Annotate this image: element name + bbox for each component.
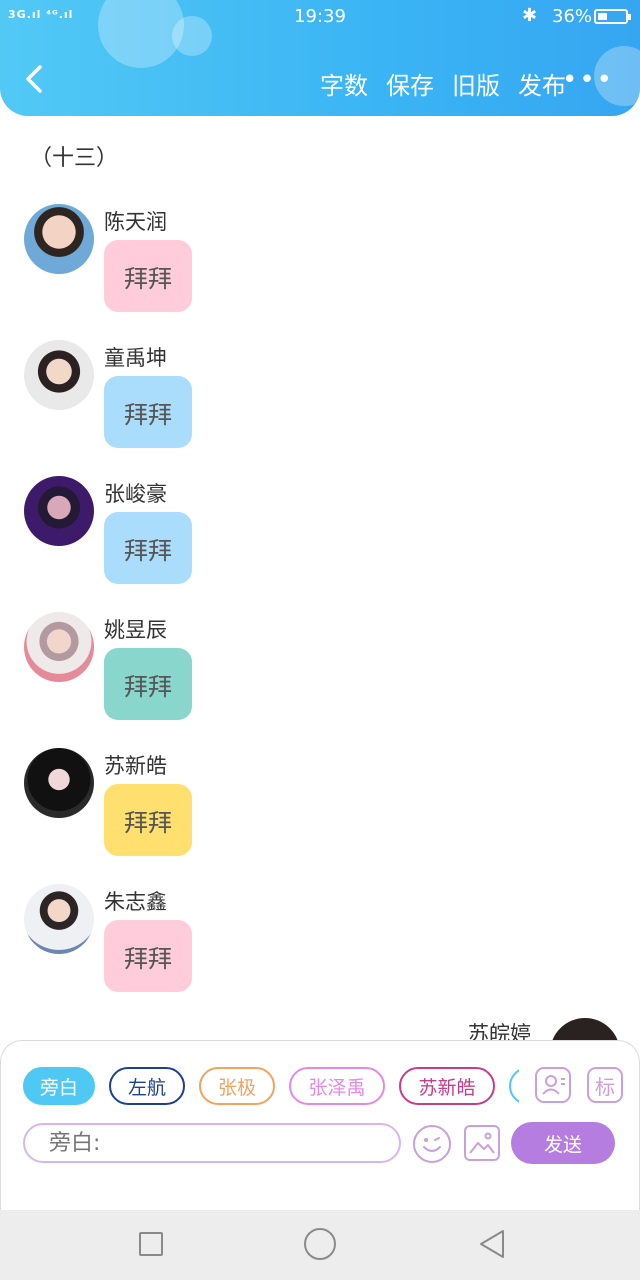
- word-count-button[interactable]: 字数: [320, 66, 368, 101]
- sender-name: 童禹坤: [104, 346, 167, 370]
- system-nav-bar: [0, 1210, 640, 1280]
- bluetooth-icon: ✱: [522, 5, 538, 26]
- sender-name: 苏新皓: [104, 754, 167, 778]
- message-bubble: 拜拜: [104, 376, 192, 448]
- more-options-button[interactable]: •••: [562, 67, 614, 93]
- chip-character-partial[interactable]: [509, 1067, 519, 1105]
- chip-character[interactable]: 张极: [199, 1067, 275, 1105]
- tag-label: 标: [595, 1074, 615, 1099]
- home-icon[interactable]: [304, 1228, 336, 1260]
- character-manage-button[interactable]: [535, 1067, 571, 1103]
- old-version-button[interactable]: 旧版: [452, 66, 500, 101]
- avatar[interactable]: [24, 884, 94, 954]
- status-bar: 3G.ıl ⁴ᴳ.ıl 19:39 ✱ 36%: [0, 0, 640, 34]
- back-button[interactable]: [24, 64, 44, 93]
- smiley-icon: [423, 1137, 441, 1152]
- chip-character[interactable]: 苏新皓: [399, 1067, 495, 1105]
- save-button[interactable]: 保存: [386, 66, 434, 101]
- avatar[interactable]: [24, 476, 94, 546]
- emoji-button[interactable]: [413, 1125, 451, 1163]
- recent-apps-icon[interactable]: [139, 1232, 163, 1256]
- chip-character[interactable]: 张泽禹: [289, 1067, 385, 1105]
- message-item: 童禹坤 拜拜: [0, 340, 640, 460]
- sender-name: 张峻豪: [104, 482, 167, 506]
- battery-icon: [594, 9, 631, 24]
- message-input[interactable]: [23, 1123, 401, 1163]
- message-item: 姚昱辰 拜拜: [0, 612, 640, 732]
- message-item: 朱志鑫 拜拜: [0, 884, 640, 1004]
- chip-character[interactable]: 左航: [109, 1067, 185, 1105]
- avatar[interactable]: [24, 612, 94, 682]
- sender-name: 朱志鑫: [104, 890, 167, 914]
- chip-narrator[interactable]: 旁白: [23, 1067, 95, 1105]
- message-item: 张峻豪 拜拜: [0, 476, 640, 596]
- chapter-title: （十三）: [30, 146, 119, 171]
- chevron-left-icon: [26, 65, 42, 93]
- message-bubble: 拜拜: [104, 784, 192, 856]
- message-item: 陈天润 拜拜: [0, 204, 640, 324]
- back-nav-icon[interactable]: [478, 1228, 506, 1260]
- status-time: 19:39: [294, 6, 346, 27]
- character-selector: 旁白 左航 张极 张泽禹 苏新皓: [23, 1067, 519, 1109]
- sender-name: 陈天润: [104, 210, 167, 234]
- message-item: 苏新皓 拜拜: [0, 748, 640, 868]
- image-icon: [469, 1132, 495, 1154]
- sender-name: 姚昱辰: [104, 618, 167, 642]
- message-bubble: 拜拜: [104, 512, 192, 584]
- avatar[interactable]: [24, 748, 94, 818]
- message-bubble: 拜拜: [104, 920, 192, 992]
- avatar[interactable]: [24, 340, 94, 410]
- user-card-icon: [542, 1075, 565, 1095]
- composer-panel: 旁白 左航 张极 张泽禹 苏新皓 标 发送: [0, 1040, 640, 1210]
- tag-button[interactable]: 标: [587, 1067, 623, 1103]
- send-button[interactable]: 发送: [511, 1122, 615, 1164]
- message-bubble: 拜拜: [104, 240, 192, 312]
- image-button[interactable]: [464, 1125, 500, 1161]
- message-bubble: 拜拜: [104, 648, 192, 720]
- publish-button[interactable]: 发布: [518, 66, 566, 101]
- battery-percent: 36%: [552, 6, 593, 27]
- toolbar-actions: 字数 保存 旧版 发布: [320, 66, 566, 101]
- avatar[interactable]: [24, 204, 94, 274]
- app-header: 3G.ıl ⁴ᴳ.ıl 19:39 ✱ 36% 字数 保存 旧版 发布 •••: [0, 0, 640, 116]
